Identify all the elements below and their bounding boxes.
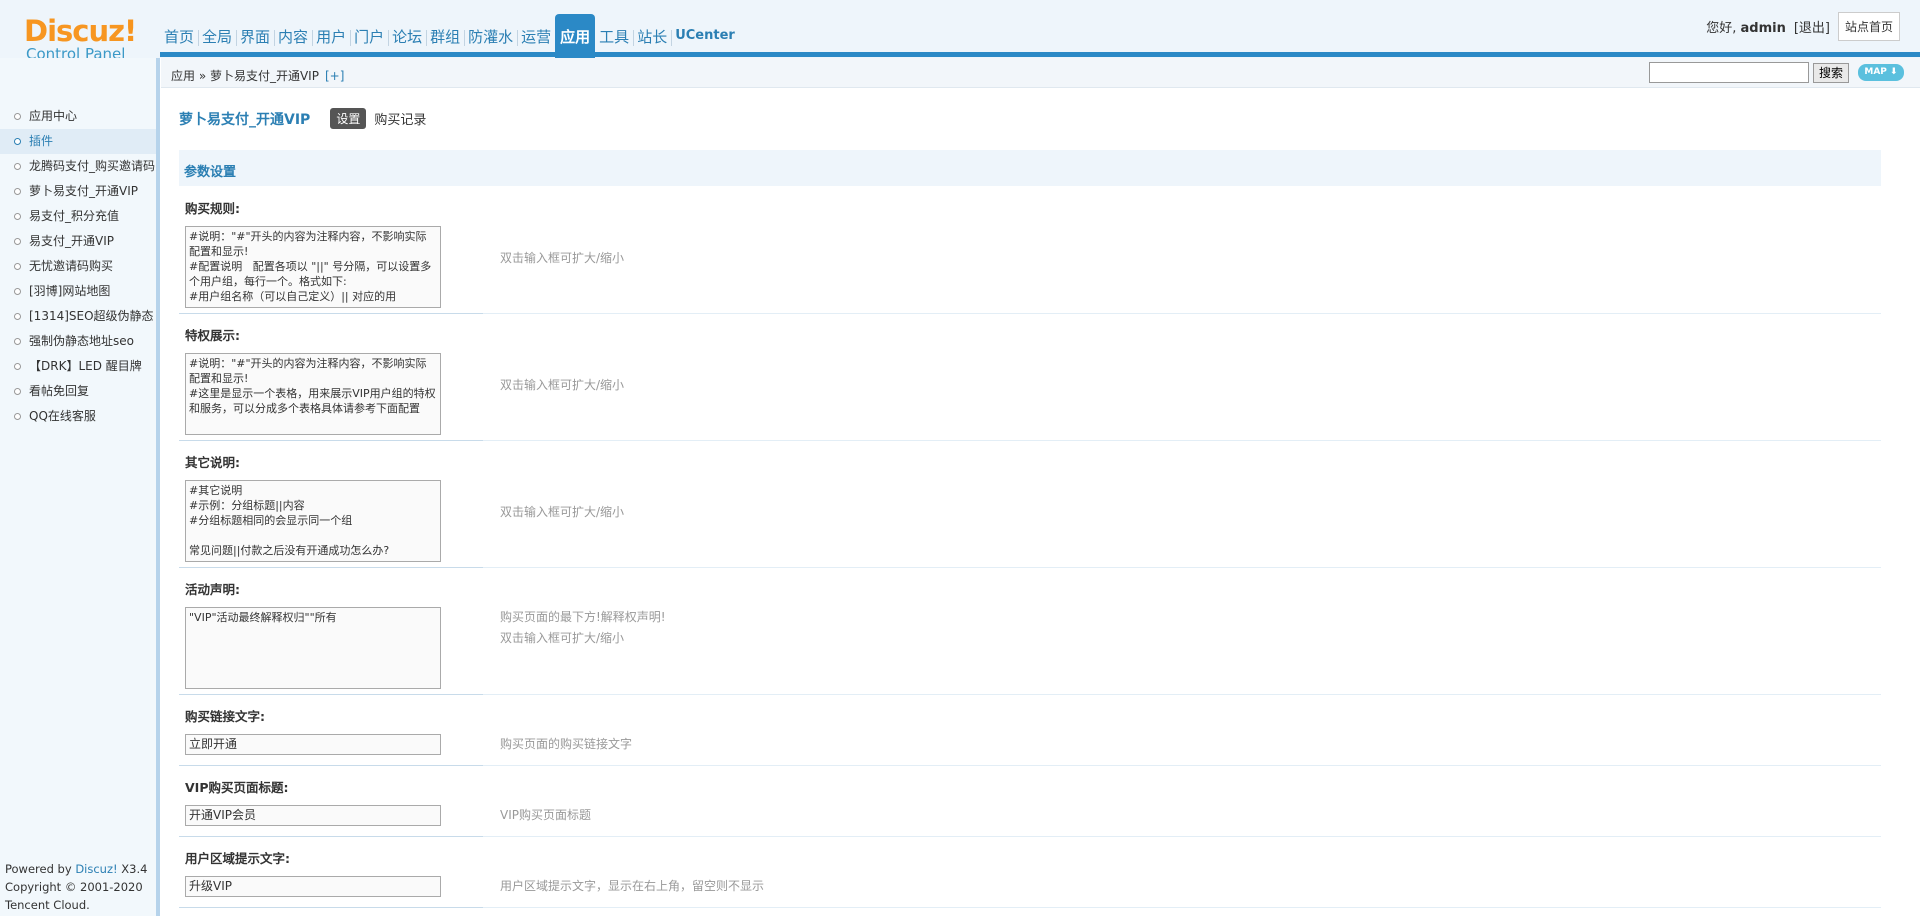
sidebar-item-label: 应用中心: [29, 109, 78, 123]
bullet-icon: [14, 263, 21, 270]
sidebar-item-label: 萝卜易支付_开通VIP: [29, 184, 138, 198]
page-title-bar: 萝卜易支付_开通VIP 设置 购买记录: [179, 108, 426, 129]
add-shortcut-link[interactable]: [+]: [325, 69, 344, 83]
bullet-icon: [14, 388, 21, 395]
greeting: 您好, admin: [1706, 21, 1786, 36]
vip-title-label: VIP购买页面标题:: [185, 780, 289, 795]
sidebar-item-label: 强制伪静态地址seo: [29, 334, 134, 348]
activity-statement-tip: 购买页面的最下方!解释权声明!: [500, 610, 666, 624]
bullet-icon: [14, 238, 21, 245]
row-divider: [179, 765, 1881, 766]
sidebar-item-label: 无忧邀请码购买: [29, 259, 114, 273]
sidebar-accent: [156, 58, 160, 916]
sidebar-item[interactable]: [1314]SEO超级伪静态: [0, 304, 156, 329]
row-divider: [179, 440, 1881, 441]
purchase-rule-tip: 双击输入框可扩大/缩小: [500, 251, 625, 265]
copyright: Copyright © 2001-2020: [5, 880, 143, 894]
header: Discuz! Control Panel 首页 全局 界面 内容 用户 门户 论坛 群组 防灌…: [0, 0, 1920, 62]
row-divider: [179, 836, 1881, 837]
sidebar-item[interactable]: 萝卜易支付_开通VIP: [0, 179, 156, 204]
sidebar-item[interactable]: 插件: [0, 129, 156, 154]
breadcrumb-path: 应用 » 萝卜易支付_开通VIP [+]: [171, 69, 345, 83]
bullet-icon: [14, 163, 21, 170]
main-content: 应用 » 萝卜易支付_开通VIP [+] 搜索 MAP ⬇ 萝卜易支付_开通VIP…: [161, 58, 1920, 916]
sidebar-item-label: QQ在线客服: [29, 409, 96, 423]
vip-title-input[interactable]: 开通VIP会员: [185, 805, 441, 826]
sidebar-item-label: 【DRK】LED 醒目牌: [29, 359, 142, 373]
sidebar-item[interactable]: 无忧邀请码购买: [0, 254, 156, 279]
user-tip-tip: 用户区域提示文字，显示在右上角，留空则不显示: [500, 879, 765, 893]
activity-statement-textarea[interactable]: "VIP"活动最终解释权归""所有: [185, 607, 441, 689]
link-text-input[interactable]: 立即开通: [185, 734, 441, 755]
map-button[interactable]: MAP ⬇: [1858, 64, 1904, 81]
section-title: 参数设置: [184, 165, 237, 180]
sidebar-item-label: 看帖免回复: [29, 384, 90, 398]
sidebar-item[interactable]: 强制伪静态地址seo: [0, 329, 156, 354]
breadcrumb: 应用 » 萝卜易支付_开通VIP [+] 搜索 MAP ⬇: [161, 58, 1920, 88]
sidebar-item-label: [羽博]网站地图: [29, 284, 111, 298]
page-title: 萝卜易支付_开通VIP: [179, 111, 311, 128]
row-divider: [179, 907, 1881, 908]
activity-statement-tip-2: 双击输入框可扩大/缩小: [500, 631, 625, 645]
sidebar-item[interactable]: 易支付_开通VIP: [0, 229, 156, 254]
user-tip-input[interactable]: 升级VIP: [185, 876, 441, 897]
bullet-icon: [14, 288, 21, 295]
sidebar-item[interactable]: 【DRK】LED 醒目牌: [0, 354, 156, 379]
logo[interactable]: Discuz! Control Panel: [24, 16, 154, 62]
privilege-label: 特权展示:: [185, 328, 240, 343]
sidebar-item-label: 易支付_积分充值: [29, 209, 120, 223]
logout-link[interactable]: [退出]: [1794, 17, 1830, 36]
discuz-link[interactable]: Discuz!: [75, 862, 117, 876]
bullet-icon: [14, 213, 21, 220]
sidebar-item[interactable]: QQ在线客服: [0, 404, 156, 429]
bullet-icon: [14, 188, 21, 195]
other-notes-textarea[interactable]: #其它说明 #示例：分组标题||内容 #分组标题相同的会显示同一个组 常见问题|…: [185, 480, 441, 562]
row-divider: [179, 694, 1881, 695]
tab-settings[interactable]: 设置: [330, 108, 367, 129]
purchase-rule-textarea[interactable]: #说明："#"开头的内容为注释内容，不影响实际配置和显示! #配置说明 配置各项…: [185, 226, 441, 308]
sidebar-item[interactable]: 看帖免回复: [0, 379, 156, 404]
search-button[interactable]: 搜索: [1813, 63, 1849, 83]
row-divider: [179, 313, 1881, 314]
header-divider: [160, 52, 1920, 57]
company: Tencent Cloud.: [5, 898, 90, 912]
sidebar-item-label: 插件: [29, 134, 54, 148]
bullet-icon: [14, 138, 21, 145]
powered-by: Powered by Discuz! X3.4 Copyright © 2001…: [5, 862, 148, 912]
tab-purchase-records[interactable]: 购买记录: [374, 109, 426, 128]
row-divider: [179, 567, 1881, 568]
section-header: 参数设置: [179, 150, 1881, 186]
sidebar-item-label: 龙腾码支付_购买邀请码: [29, 159, 156, 173]
username: admin: [1740, 21, 1786, 36]
sidebar-item[interactable]: 应用中心: [0, 104, 156, 129]
site-home-button[interactable]: 站点首页: [1837, 12, 1900, 41]
bullet-icon: [14, 113, 21, 120]
link-text-label: 购买链接文字:: [185, 709, 265, 724]
user-bar: 您好, admin [退出] 站点首页: [1706, 12, 1900, 41]
other-notes-tip: 双击输入框可扩大/缩小: [500, 505, 625, 519]
logo-brand: Discuz!: [24, 14, 137, 48]
bullet-icon: [14, 413, 21, 420]
privilege-textarea[interactable]: #说明："#"开头的内容为注释内容，不影响实际配置和显示! #这里是显示一个表格…: [185, 353, 441, 435]
user-tip-label: 用户区域提示文字:: [185, 851, 290, 866]
bullet-icon: [14, 313, 21, 320]
sidebar-menu: 应用中心插件龙腾码支付_购买邀请码 萝卜易支付_开通VIP 易支付_积分充值 易支付_…: [0, 104, 159, 429]
bullet-icon: [14, 363, 21, 370]
link-text-tip: 购买页面的购买链接文字: [500, 737, 633, 751]
sidebar-item[interactable]: 龙腾码支付_购买邀请码: [0, 154, 156, 179]
sidebar-item-label: [1314]SEO超级伪静态: [29, 309, 154, 323]
privilege-tip: 双击输入框可扩大/缩小: [500, 378, 625, 392]
sidebar-item-label: 易支付_开通VIP: [29, 234, 114, 248]
purchase-rule-label: 购买规则:: [185, 201, 240, 216]
other-notes-label: 其它说明:: [185, 455, 240, 470]
sidebar: 应用中心插件龙腾码支付_购买邀请码 萝卜易支付_开通VIP 易支付_积分充值 易支付_…: [0, 58, 160, 916]
bullet-icon: [14, 338, 21, 345]
activity-statement-label: 活动声明:: [185, 582, 240, 597]
sidebar-item[interactable]: 易支付_积分充值: [0, 204, 156, 229]
vip-title-tip: VIP购买页面标题: [500, 808, 591, 822]
sidebar-item[interactable]: [羽博]网站地图: [0, 279, 156, 304]
search-input[interactable]: [1649, 62, 1809, 83]
